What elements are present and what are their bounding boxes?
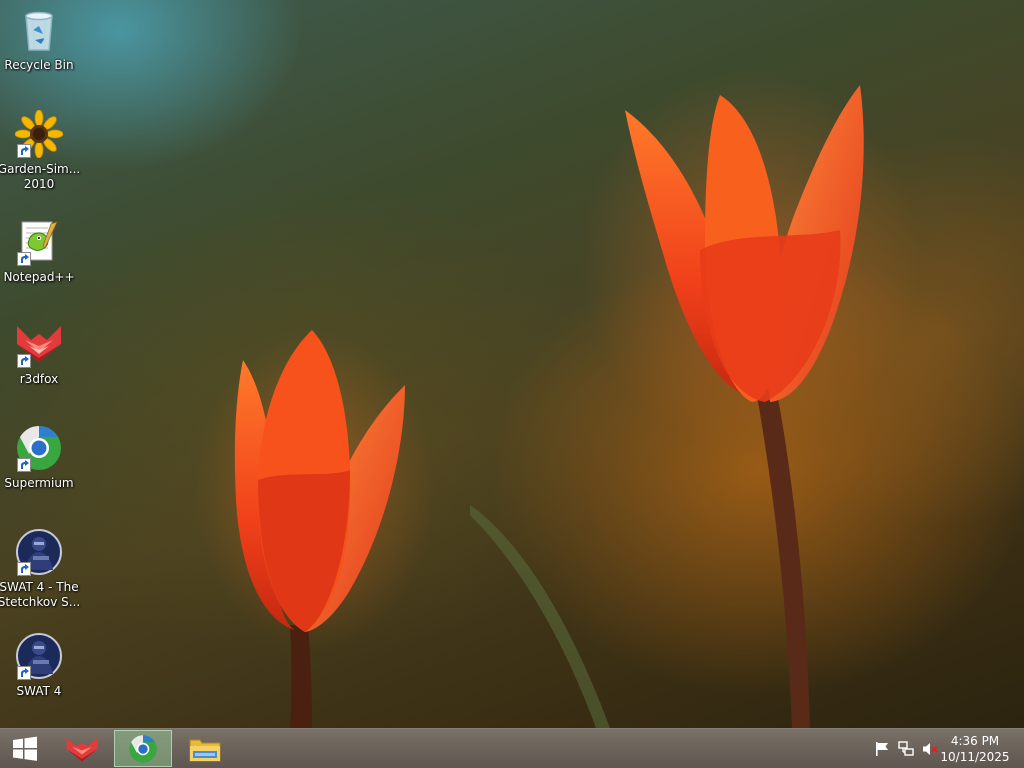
taskbar: 4:36 PM 10/11/2025 [0,728,1024,768]
clock-date: 10/11/2025 [940,750,1010,764]
supermium-icon [15,424,63,472]
recycle-bin-icon [15,6,63,54]
icon-label-recycle-bin: Recycle Bin [4,58,74,72]
shortcut-arrow-icon [17,562,31,576]
start-button[interactable] [4,730,46,767]
volume-muted-icon[interactable] [922,741,938,757]
folder-icon [189,739,221,761]
taskbar-clock[interactable]: 4:36 PM 10/11/2025 [940,733,1010,765]
desktop-icon-swat4[interactable]: SWAT 4 [1,632,77,699]
desktop-icon-r3dfox[interactable]: r3dfox [1,320,77,387]
clock-time: 4:36 PM [950,734,1000,748]
desktop-icon-supermium[interactable]: Supermium [1,424,77,491]
shortcut-arrow-icon [17,458,31,472]
icon-label-notepad-plus-plus: Notepad++ [3,270,75,284]
r3dfox-icon [15,320,63,368]
desktop-icon-swat4-stetchkov[interactable]: SWAT 4 - The Stetchkov S... [0,528,81,610]
r3dfox-icon [66,737,98,762]
tulip-wallpaper [195,70,920,728]
shortcut-arrow-icon [17,144,31,158]
desktop[interactable]: Recycle Bin Garden-Sim... 2010 Notepad++… [0,0,1024,728]
shortcut-arrow-icon [17,666,31,680]
sunflower-icon [15,110,63,158]
desktop-icon-notepad-plus-plus[interactable]: Notepad++ [1,218,77,285]
icon-label-supermium: Supermium [4,476,74,490]
desktop-icon-garden-sim[interactable]: Garden-Sim... 2010 [0,110,81,192]
desktop-icon-recycle-bin[interactable]: Recycle Bin [1,6,77,73]
taskbar-button-supermium[interactable] [114,730,172,767]
swat-icon [15,632,63,680]
windows-logo-icon [13,736,37,761]
supermium-icon [129,734,157,763]
swat-icon [15,528,63,576]
notepad-plus-plus-icon [15,218,63,266]
icon-label-r3dfox: r3dfox [19,372,59,386]
shortcut-arrow-icon [17,252,31,266]
icon-label-garden-sim: Garden-Sim... 2010 [0,162,81,191]
taskbar-button-r3dfox[interactable] [58,730,106,767]
taskbar-button-file-explorer[interactable] [180,730,230,767]
shortcut-arrow-icon [17,354,31,368]
network-icon[interactable] [898,741,914,757]
action-center-flag-icon[interactable] [874,741,890,757]
icon-label-swat4: SWAT 4 [16,684,62,698]
icon-label-swat4-stetchkov: SWAT 4 - The Stetchkov S... [0,580,81,609]
